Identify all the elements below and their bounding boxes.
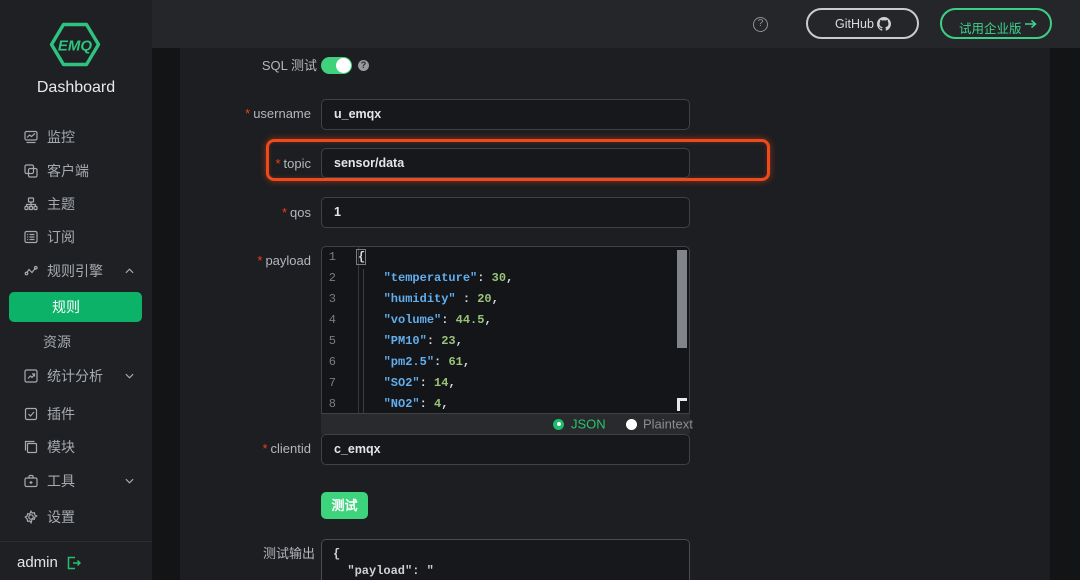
svg-text:EMQ: EMQ (58, 38, 93, 55)
